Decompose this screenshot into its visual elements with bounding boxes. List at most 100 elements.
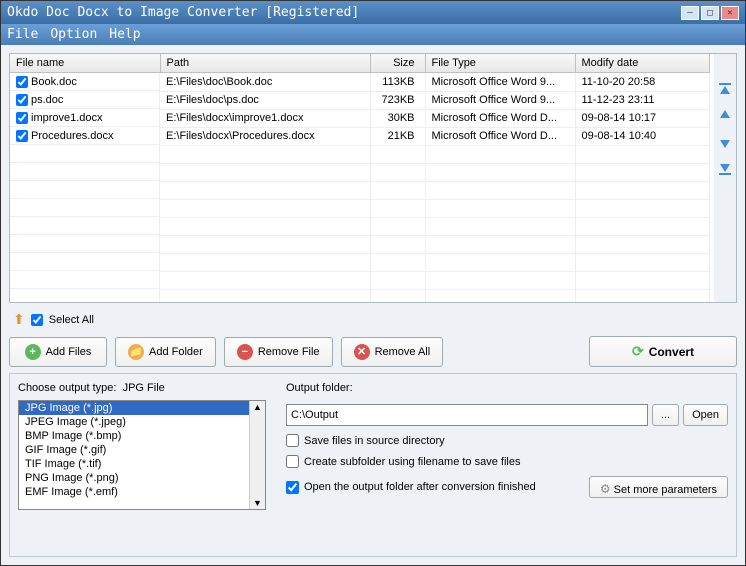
listbox-item[interactable]: EMF Image (*.emf) — [19, 485, 249, 499]
move-top-icon[interactable] — [717, 82, 733, 98]
up-arrow-icon: ⬆ — [13, 311, 25, 328]
move-bottom-icon[interactable] — [717, 160, 733, 176]
x-icon: ✕ — [354, 344, 370, 360]
output-folder-label: Output folder: — [286, 382, 728, 394]
open-after-row: Open the output folder after conversion … — [286, 481, 577, 494]
action-buttons: + Add Files 📁 Add Folder − Remove File ✕… — [9, 336, 737, 367]
remove-all-button[interactable]: ✕ Remove All — [341, 337, 444, 367]
remove-file-button[interactable]: − Remove File — [224, 337, 333, 367]
close-button[interactable]: ✕ — [721, 6, 739, 20]
col-size[interactable]: Size — [370, 54, 425, 73]
open-folder-button[interactable]: Open — [683, 404, 728, 426]
listbox-item[interactable]: JPEG Image (*.jpeg) — [19, 415, 249, 429]
output-type-section: Choose output type: JPG File JPG Image (… — [18, 382, 266, 548]
cell-type: Microsoft Office Word 9... — [425, 91, 575, 109]
col-date[interactable]: Modify date — [575, 54, 710, 73]
main-window: Okdo Doc Docx to Image Converter [Regist… — [0, 0, 746, 566]
table-row[interactable]: Procedures.docx E:\Files\docx\Procedures… — [10, 127, 710, 145]
menu-help[interactable]: Help — [109, 27, 140, 42]
cell-size: 723KB — [370, 91, 425, 109]
maximize-button[interactable]: □ — [701, 6, 719, 20]
cell-filename: ps.doc — [31, 94, 63, 106]
minimize-button[interactable]: — — [681, 6, 699, 20]
scroll-down-icon[interactable]: ▼ — [252, 497, 263, 509]
cell-path: E:\Files\docx\Procedures.docx — [160, 127, 370, 145]
cell-path: E:\Files\docx\improve1.docx — [160, 109, 370, 127]
cell-type: Microsoft Office Word 9... — [425, 73, 575, 92]
move-down-icon[interactable] — [717, 134, 733, 150]
table-row[interactable]: ps.doc E:\Files\doc\ps.doc 723KB Microso… — [10, 91, 710, 109]
plus-icon: + — [25, 344, 41, 360]
cell-type: Microsoft Office Word D... — [425, 109, 575, 127]
menu-file[interactable]: File — [7, 27, 38, 42]
selectall-label: Select All — [49, 314, 94, 326]
listbox-item[interactable]: PNG Image (*.png) — [19, 471, 249, 485]
open-after-checkbox[interactable] — [286, 481, 299, 494]
file-table: File name Path Size File Type Modify dat… — [10, 54, 710, 302]
browse-button[interactable]: ... — [652, 404, 679, 426]
set-parameters-label: Set more parameters — [614, 484, 717, 496]
menubar: File Option Help — [1, 24, 745, 45]
save-source-checkbox[interactable] — [286, 434, 299, 447]
col-filetype[interactable]: File Type — [425, 54, 575, 73]
convert-label: Convert — [649, 345, 694, 359]
file-list-area: File name Path Size File Type Modify dat… — [9, 53, 737, 303]
add-files-button[interactable]: + Add Files — [9, 337, 107, 367]
folder-icon: 📁 — [128, 344, 144, 360]
cell-size: 113KB — [370, 73, 425, 92]
col-filename[interactable]: File name — [10, 54, 160, 73]
convert-button[interactable]: ⟳ Convert — [589, 336, 737, 367]
row-checkbox[interactable] — [16, 112, 28, 124]
row-checkbox[interactable] — [16, 94, 28, 106]
reorder-arrows — [714, 54, 736, 302]
selectall-checkbox[interactable] — [31, 314, 43, 326]
cell-filename: improve1.docx — [31, 112, 103, 124]
output-type-label: Choose output type: JPG File — [18, 382, 266, 394]
cell-path: E:\Files\doc\Book.doc — [160, 73, 370, 92]
output-folder-input[interactable] — [286, 404, 648, 426]
output-settings-section: Output folder: ... Open Save files in so… — [286, 382, 728, 548]
content-area: File name Path Size File Type Modify dat… — [1, 45, 745, 565]
convert-icon: ⟳ — [632, 343, 644, 360]
output-folder-row: ... Open — [286, 404, 728, 426]
cell-size: 30KB — [370, 109, 425, 127]
cell-filename: Book.doc — [31, 76, 77, 88]
table-row[interactable]: Book.doc E:\Files\doc\Book.doc 113KB Mic… — [10, 73, 710, 92]
add-folder-button[interactable]: 📁 Add Folder — [115, 337, 216, 367]
listbox-item[interactable]: JPG Image (*.jpg) — [19, 401, 249, 415]
move-up-icon[interactable] — [717, 108, 733, 124]
create-subfolder-row: Create subfolder using filename to save … — [286, 455, 728, 468]
window-controls: — □ ✕ — [681, 6, 739, 20]
row-checkbox[interactable] — [16, 76, 28, 88]
create-subfolder-checkbox[interactable] — [286, 455, 299, 468]
listbox-item[interactable]: TIF Image (*.tif) — [19, 457, 249, 471]
add-files-label: Add Files — [46, 346, 92, 358]
cell-date: 11-12-23 23:11 — [575, 91, 710, 109]
gear-icon: ⚙ — [600, 482, 611, 496]
cell-date: 09-08-14 10:17 — [575, 109, 710, 127]
listbox-item[interactable]: BMP Image (*.bmp) — [19, 429, 249, 443]
table-row[interactable]: improve1.docx E:\Files\docx\improve1.doc… — [10, 109, 710, 127]
listbox-item[interactable]: GIF Image (*.gif) — [19, 443, 249, 457]
settings-panel: Choose output type: JPG File JPG Image (… — [9, 373, 737, 557]
open-after-label: Open the output folder after conversion … — [304, 481, 536, 493]
output-type-listbox[interactable]: JPG Image (*.jpg)JPEG Image (*.jpeg)BMP … — [18, 400, 266, 510]
cell-filename: Procedures.docx — [31, 130, 114, 142]
cell-date: 09-08-14 10:40 — [575, 127, 710, 145]
row-checkbox[interactable] — [16, 130, 28, 142]
titlebar: Okdo Doc Docx to Image Converter [Regist… — [1, 1, 745, 24]
set-parameters-button[interactable]: ⚙ Set more parameters — [589, 476, 728, 498]
add-folder-label: Add Folder — [149, 346, 203, 358]
col-path[interactable]: Path — [160, 54, 370, 73]
cell-type: Microsoft Office Word D... — [425, 127, 575, 145]
scroll-up-icon[interactable]: ▲ — [252, 401, 263, 413]
selectall-row: ⬆ Select All — [9, 309, 737, 330]
save-source-row: Save files in source directory — [286, 434, 728, 447]
create-subfolder-label: Create subfolder using filename to save … — [304, 456, 520, 468]
save-source-label: Save files in source directory — [304, 435, 445, 447]
menu-option[interactable]: Option — [50, 27, 97, 42]
cell-size: 21KB — [370, 127, 425, 145]
table-header: File name Path Size File Type Modify dat… — [10, 54, 710, 73]
remove-all-label: Remove All — [375, 346, 431, 358]
listbox-scrollbar[interactable]: ▲ ▼ — [249, 401, 265, 509]
